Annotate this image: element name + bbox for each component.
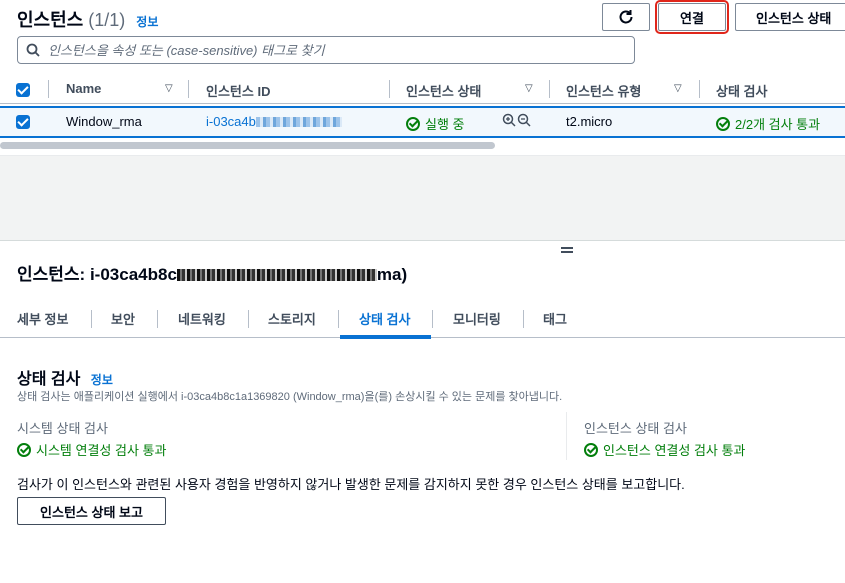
status-check: 2/2개 검사 통과 [716, 114, 820, 133]
tab-divider [91, 310, 92, 328]
table-header: Name ▽ 인스턴스 ID 인스턴스 상태 ▽ 인스턴스 유형 ▽ 상태 검사 [0, 76, 845, 104]
system-check-value: 시스템 연결성 검사 통과 [17, 440, 166, 459]
tab-divider [432, 310, 433, 328]
tab-status-checks[interactable]: 상태 검사 [359, 309, 410, 328]
column-divider [699, 80, 700, 98]
tab-monitoring[interactable]: 모니터링 [453, 309, 501, 328]
column-header-status-check[interactable]: 상태 검사 [716, 81, 767, 100]
column-header-instance-type[interactable]: 인스턴스 유형 [566, 81, 641, 100]
tab-tags[interactable]: 태그 [543, 309, 567, 328]
sort-icon[interactable]: ▽ [525, 83, 533, 94]
section-title: 상태 검사 정보 [17, 365, 113, 389]
row-checkbox[interactable] [16, 115, 30, 129]
detail-title-suffix: ma) [376, 265, 408, 284]
column-divider [188, 80, 189, 98]
search-box[interactable] [17, 36, 635, 64]
active-tab-indicator [340, 335, 431, 339]
report-instance-status-button[interactable]: 인스턴스 상태 보고 [17, 497, 166, 525]
table-row[interactable]: Window_rma i-03ca4b 실행 중 t2.micro 2/2개 검… [0, 106, 845, 138]
column-divider [389, 80, 390, 98]
split-panel-gap [0, 155, 845, 241]
refresh-icon [619, 10, 633, 24]
connect-button[interactable]: 연결 [655, 0, 729, 34]
column-divider [566, 412, 567, 460]
success-icon [716, 117, 730, 131]
info-link[interactable]: 정보 [136, 15, 158, 29]
section-info-link[interactable]: 정보 [91, 373, 113, 387]
column-divider [549, 80, 550, 98]
instance-count: (1/1) [88, 10, 126, 30]
detail-title: 인스턴스: i-03ca4b8c ma) [17, 260, 407, 285]
zoom-controls [502, 113, 534, 132]
instance-state: 실행 중 [406, 114, 465, 133]
detail-tabs: 세부 정보 보안 네트워킹 스토리지 상태 검사 모니터링 태그 [0, 300, 845, 338]
instance-id-link[interactable]: i-03ca4b [206, 114, 342, 129]
redacted-title [176, 269, 377, 281]
column-divider [48, 80, 49, 98]
status-check-text: 2/2개 검사 통과 [735, 117, 821, 132]
refresh-button[interactable] [602, 3, 650, 31]
instance-check-text: 인스턴스 연결성 검사 통과 [603, 443, 746, 458]
instance-check-value: 인스턴스 연결성 검사 통과 [584, 440, 745, 459]
instance-name: Window_rma [66, 114, 142, 129]
tab-divider [248, 310, 249, 328]
detail-title-prefix: 인스턴스: i-03ca4b8c [17, 265, 177, 284]
instance-id-text: i-03ca4b [206, 114, 256, 129]
tab-divider [157, 310, 158, 328]
page-title: 인스턴스 (1/1) 정보 [17, 6, 158, 32]
instance-type: t2.micro [566, 114, 613, 129]
tab-security[interactable]: 보안 [111, 309, 135, 328]
instance-check-label: 인스턴스 상태 검사 [584, 421, 687, 436]
column-header-name[interactable]: Name [66, 81, 101, 96]
tab-divider [523, 310, 524, 328]
sort-icon[interactable]: ▽ [674, 83, 682, 94]
sort-icon[interactable]: ▽ [165, 83, 173, 94]
tab-divider [338, 310, 339, 328]
search-icon [26, 43, 40, 57]
column-header-instance-id[interactable]: 인스턴스 ID [206, 81, 270, 100]
tab-networking[interactable]: 네트워킹 [178, 309, 226, 328]
instances-panel: 인스턴스 (1/1) 정보 연결 인스턴스 상태 Name ▽ 인스턴스 ID … [0, 0, 845, 155]
instance-state-button[interactable]: 인스턴스 상태 [735, 3, 845, 31]
select-all-checkbox[interactable] [16, 83, 30, 97]
zoom-in-out-icon[interactable] [502, 113, 534, 129]
column-header-instance-state[interactable]: 인스턴스 상태 [406, 81, 481, 100]
search-input[interactable] [48, 42, 608, 58]
instance-state-text: 실행 중 [425, 117, 465, 132]
section-title-text: 상태 검사 [17, 371, 81, 388]
scrollbar-thumb[interactable] [0, 142, 495, 149]
report-note: 검사가 이 인스턴스와 관련된 사용자 경험을 반영하지 않거나 발생한 문제를… [17, 477, 685, 492]
title-text: 인스턴스 [17, 10, 84, 30]
success-icon [17, 443, 31, 457]
tab-storage[interactable]: 스토리지 [268, 309, 316, 328]
resize-handle-icon[interactable] [561, 247, 573, 253]
success-icon [406, 117, 420, 131]
redacted-id [255, 117, 342, 127]
tab-details[interactable]: 세부 정보 [17, 309, 68, 328]
section-description: 상태 검사는 애플리케이션 실행에서 i-03ca4b8c1a1369820 (… [17, 391, 563, 403]
system-check-label: 시스템 상태 검사 [17, 421, 108, 436]
system-check-text: 시스템 연결성 검사 통과 [36, 443, 167, 458]
success-icon [584, 443, 598, 457]
